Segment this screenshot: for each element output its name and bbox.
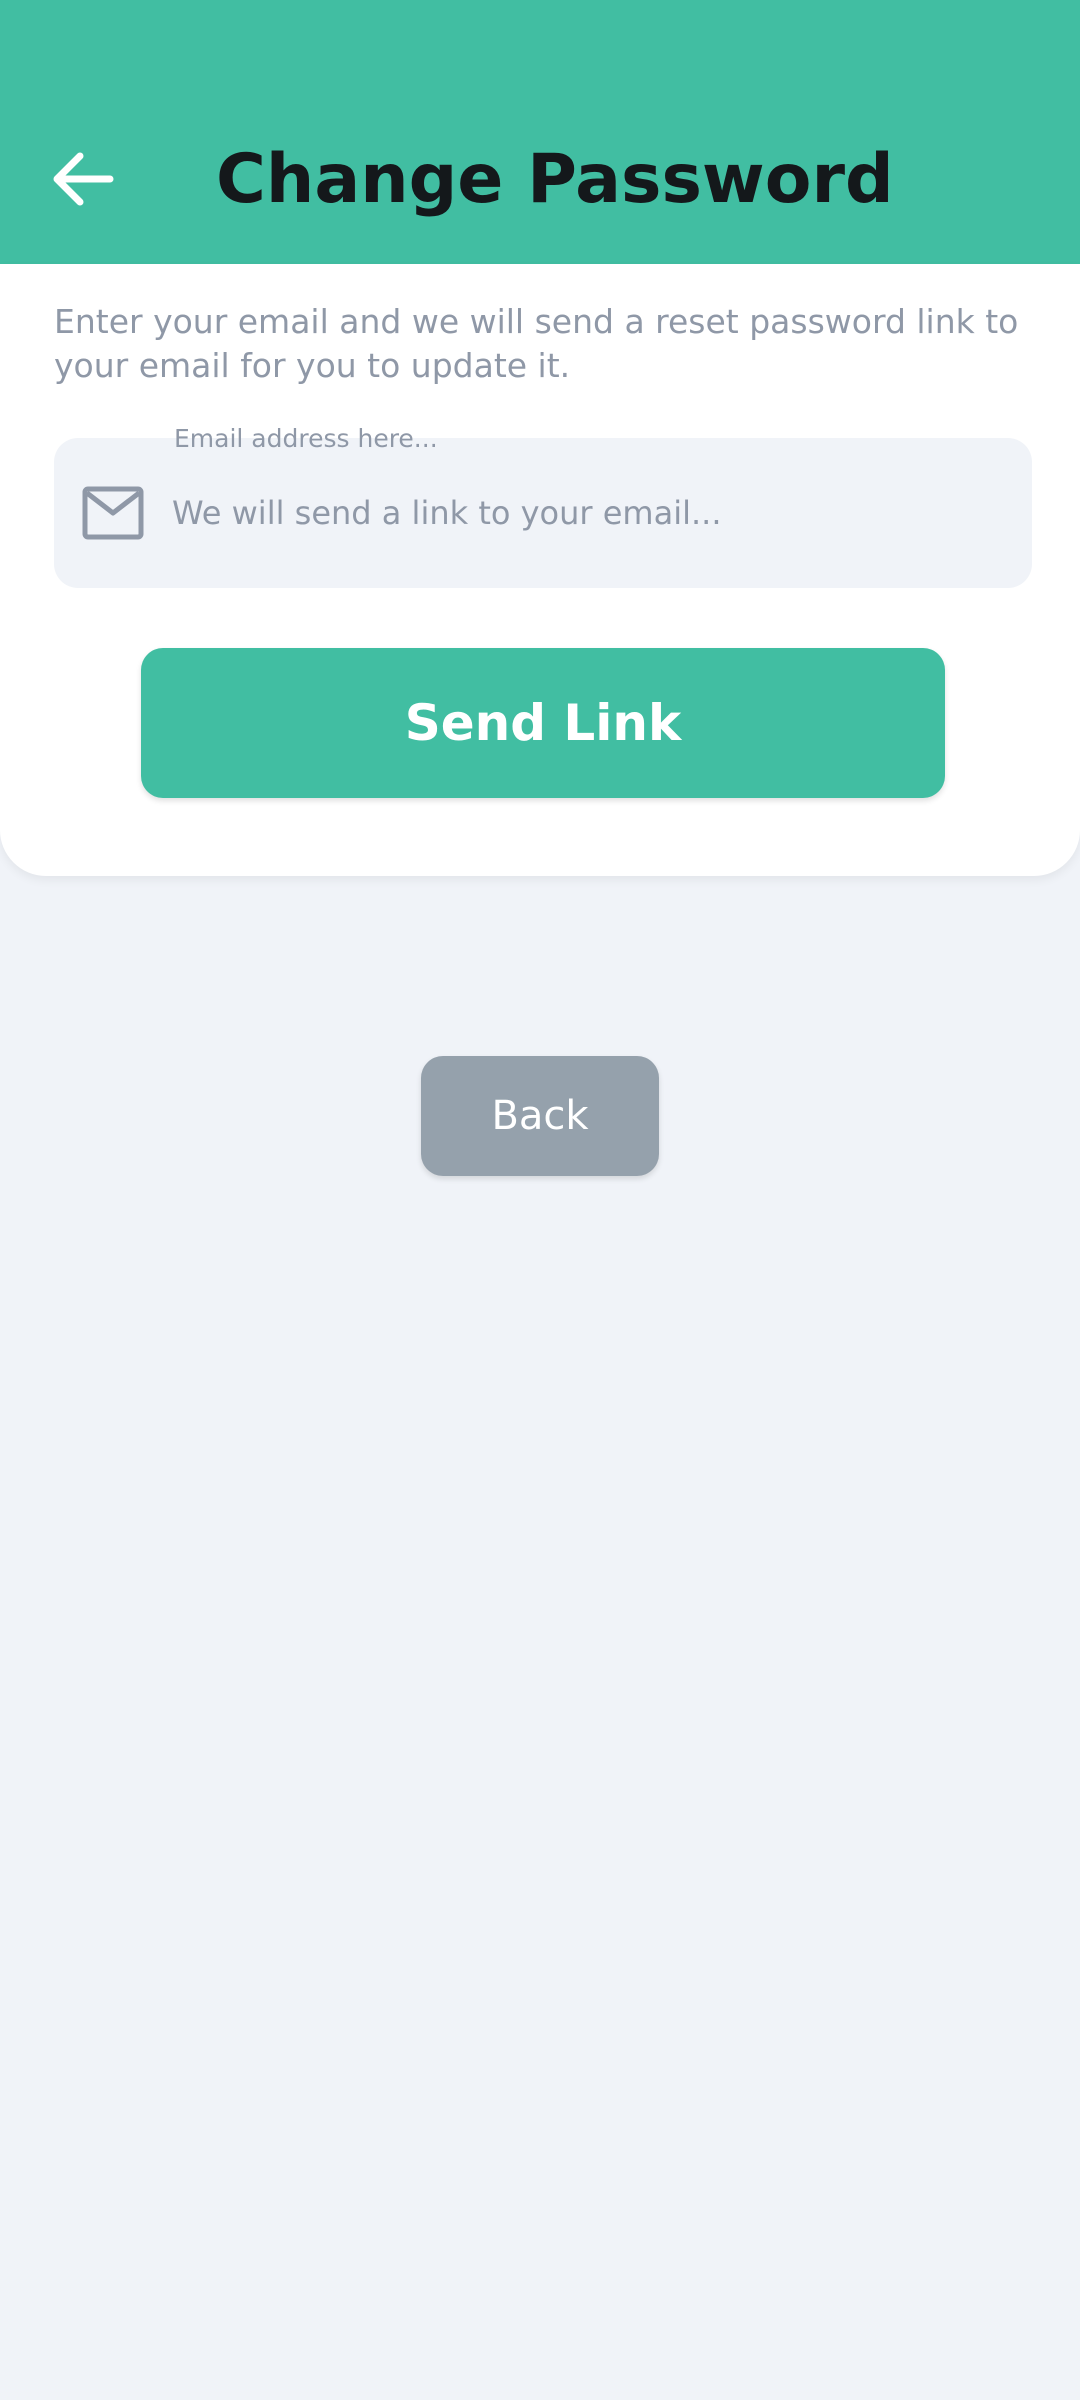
instructions-text: Enter your email and we will send a rese…: [54, 302, 1019, 385]
email-field[interactable]: Email address here...: [54, 424, 1032, 588]
reset-password-card: Enter your email and we will send a rese…: [0, 264, 1080, 876]
send-link-button[interactable]: Send Link: [141, 648, 945, 798]
page-title: Change Password: [216, 140, 894, 219]
email-input[interactable]: [172, 483, 1012, 543]
mail-icon: [82, 486, 144, 540]
app-bar: Change Password: [0, 0, 1080, 264]
email-field-label: Email address here...: [174, 424, 438, 453]
arrow-left-icon[interactable]: [50, 146, 116, 212]
back-button[interactable]: Back: [421, 1056, 659, 1176]
